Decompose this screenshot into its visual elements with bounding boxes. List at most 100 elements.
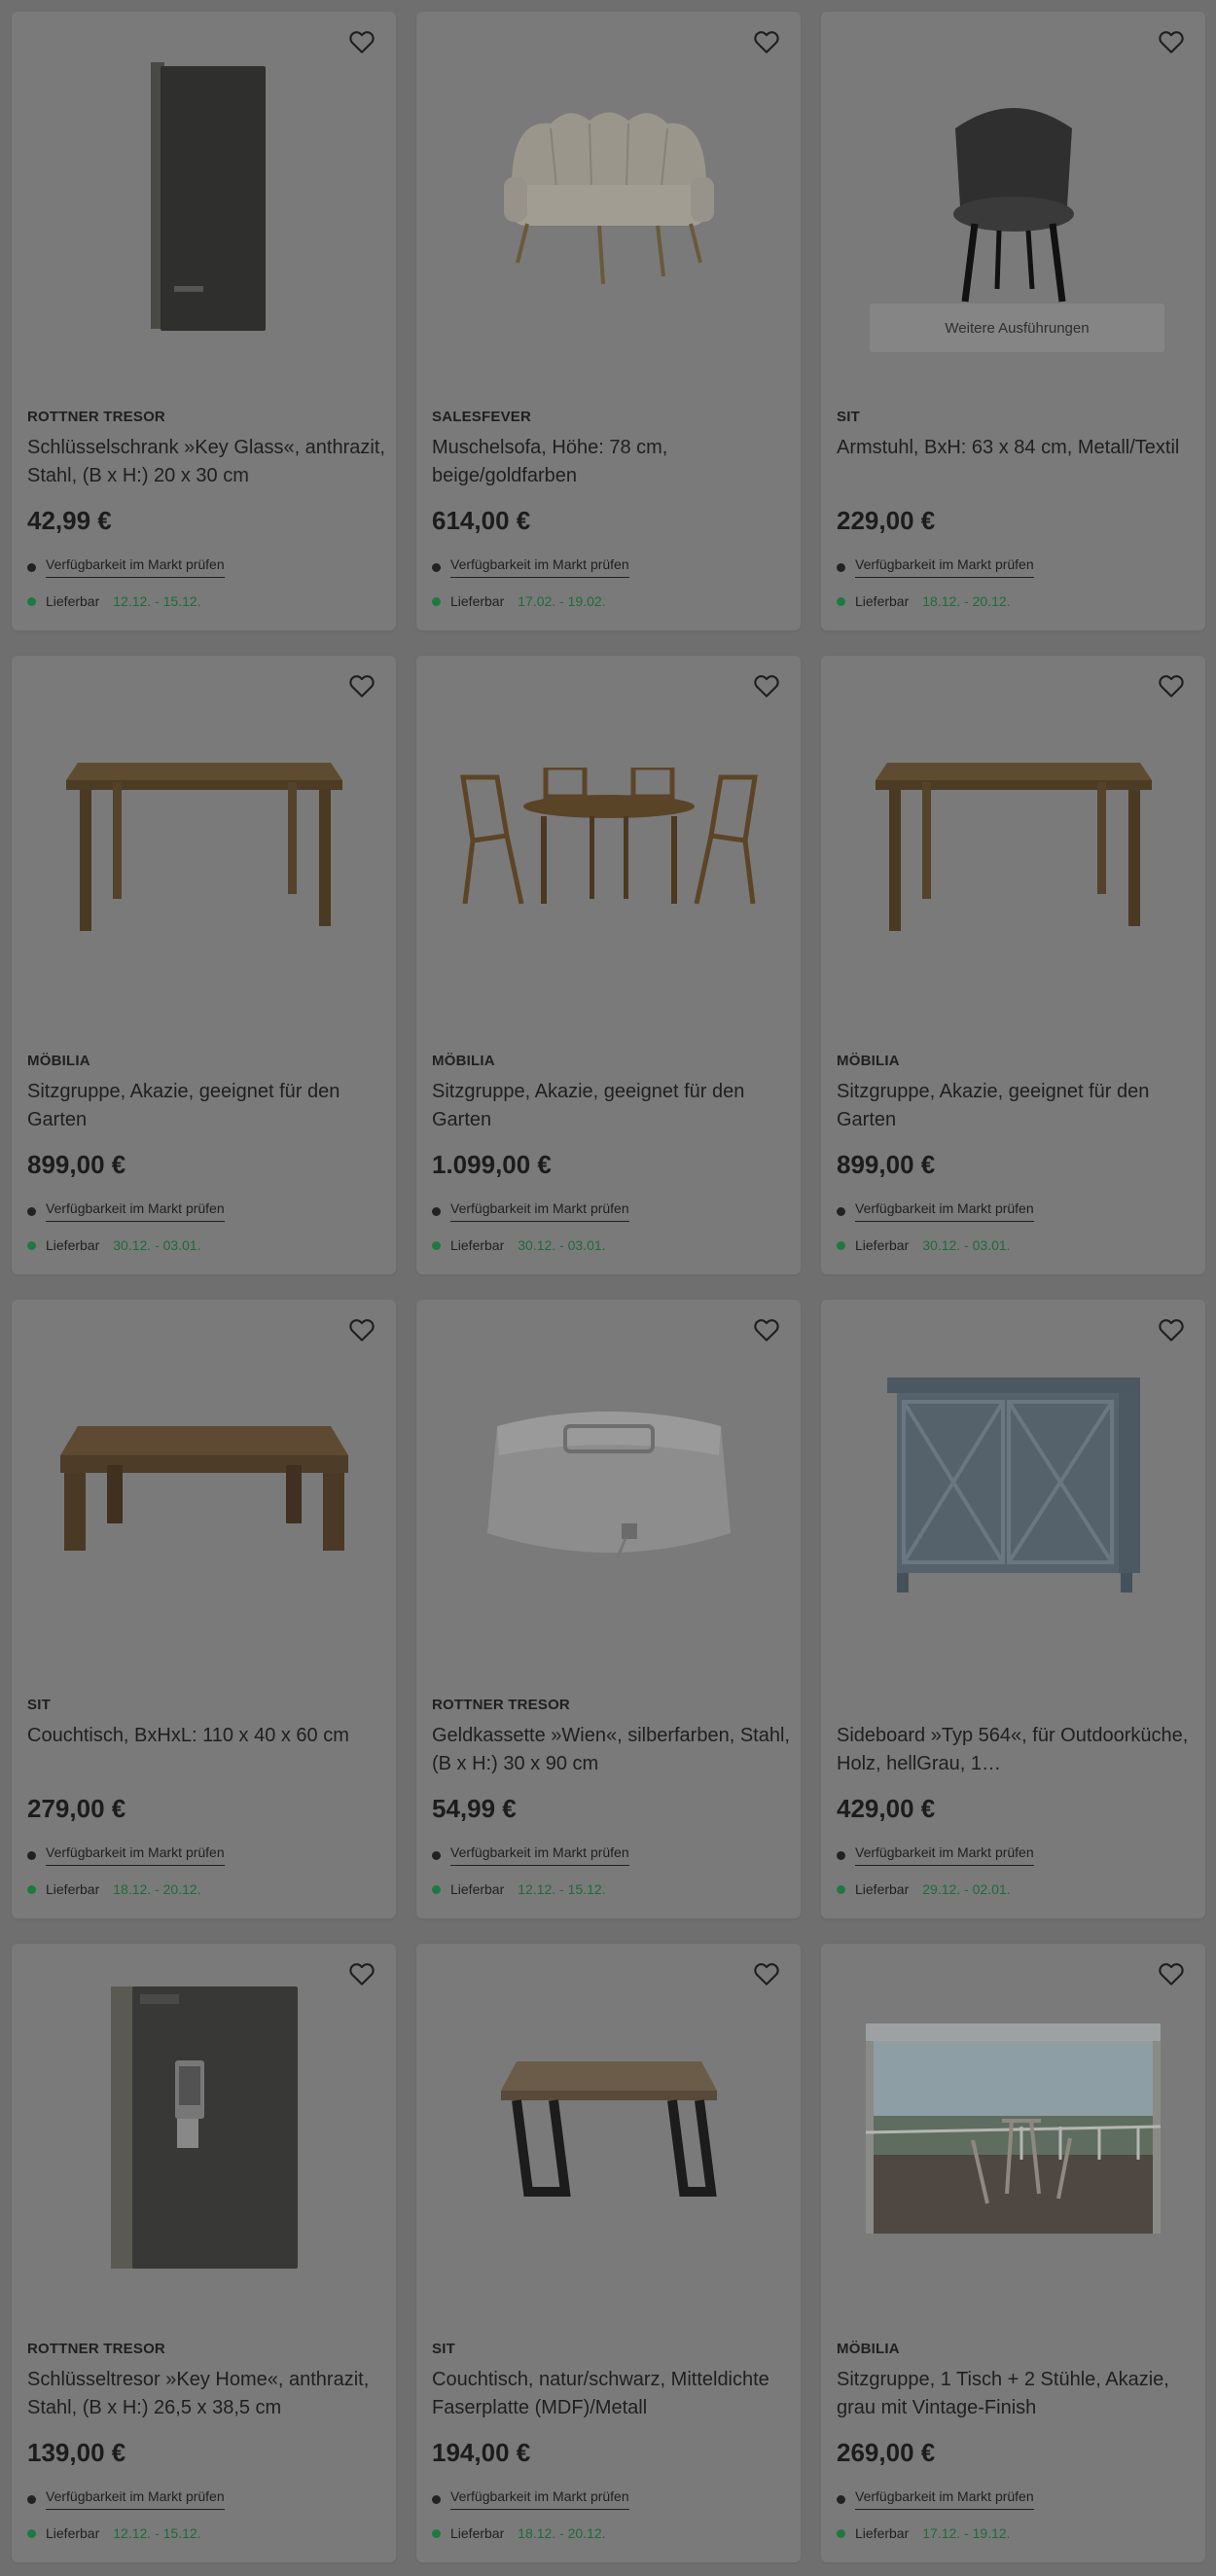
availability-dot (27, 2494, 36, 2504)
delivery-row: Lieferbar 29.12. - 02.01. (837, 1881, 1011, 1897)
product-image[interactable] (12, 51, 396, 342)
product-card[interactable]: Weitere Ausführungen SIT Armstuhl, BxH: … (821, 12, 1205, 630)
delivery-dates: 30.12. - 03.01. (922, 1237, 1011, 1253)
check-availability-link[interactable]: Verfügbarkeit im Markt prüfen (450, 2488, 629, 2510)
availability-dot (432, 1850, 441, 1860)
delivery-dates: 18.12. - 20.12. (922, 593, 1011, 609)
delivery-status-dot (432, 596, 441, 606)
product-price: 429,00 € (837, 1794, 936, 1823)
product-card[interactable]: SIT Couchtisch, BxHxL: 110 x 40 x 60 cm … (12, 1300, 396, 1918)
product-card[interactable]: MÖBILIA Sitzgruppe, Akazie, geeignet für… (12, 656, 396, 1274)
product-grid: ROTTNER TRESOR Schlüsselschrank »Key Gla… (0, 0, 1216, 2562)
delivery-status-dot (432, 2528, 441, 2538)
availability-row: Verfügbarkeit im Markt prüfen (837, 2488, 1034, 2510)
delivery-label: Lieferbar (46, 2525, 100, 2541)
availability-row: Verfügbarkeit im Markt prüfen (837, 1200, 1034, 1222)
product-card[interactable]: Sideboard »Typ 564«, für Outdoorküche, H… (821, 1300, 1205, 1918)
product-brand: SALESFEVER (432, 409, 532, 425)
product-image[interactable] (416, 51, 801, 342)
product-card[interactable]: ROTTNER TRESOR Geldkassette »Wien«, silb… (416, 1300, 801, 1918)
product-brand: MÖBILIA (432, 1053, 495, 1069)
product-title[interactable]: Couchtisch, natur/schwarz, Mitteldichte … (432, 2366, 792, 2422)
delivery-row: Lieferbar 30.12. - 03.01. (27, 1237, 201, 1253)
check-availability-link[interactable]: Verfügbarkeit im Markt prüfen (855, 556, 1034, 578)
delivery-dates: 12.12. - 15.12. (113, 2525, 201, 2541)
delivery-status-dot (27, 1240, 36, 1250)
product-title[interactable]: Schlüsseltresor »Key Home«, anthrazit, S… (27, 2366, 387, 2422)
check-availability-link[interactable]: Verfügbarkeit im Markt prüfen (855, 1844, 1034, 1866)
delivery-dates: 29.12. - 02.01. (922, 1881, 1011, 1897)
check-availability-link[interactable]: Verfügbarkeit im Markt prüfen (855, 1200, 1034, 1222)
product-image[interactable] (821, 1339, 1205, 1630)
product-card[interactable]: SALESFEVER Muschelsofa, Höhe: 78 cm, bei… (416, 12, 801, 630)
product-image[interactable] (821, 695, 1205, 986)
delivery-row: Lieferbar 12.12. - 15.12. (432, 1881, 606, 1897)
delivery-label: Lieferbar (855, 1881, 910, 1897)
delivery-row: Lieferbar 17.12. - 19.12. (837, 2525, 1011, 2541)
product-title[interactable]: Geldkassette »Wien«, silberfarben, Stahl… (432, 1722, 792, 1778)
delivery-dates: 30.12. - 03.01. (518, 1237, 606, 1253)
product-title[interactable]: Couchtisch, BxHxL: 110 x 40 x 60 cm (27, 1722, 387, 1750)
product-price: 54,99 € (432, 1794, 517, 1823)
product-title[interactable]: Schlüsselschrank »Key Glass«, anthrazit,… (27, 434, 387, 490)
product-image[interactable] (12, 1983, 396, 2274)
product-title[interactable]: Sitzgruppe, 1 Tisch + 2 Stühle, Akazie, … (837, 2366, 1197, 2422)
product-image[interactable] (821, 1983, 1205, 2274)
product-title[interactable]: Sitzgruppe, Akazie, geeignet für den Gar… (27, 1078, 387, 1134)
product-card[interactable]: MÖBILIA Sitzgruppe, Akazie, geeignet für… (416, 656, 801, 1274)
check-availability-link[interactable]: Verfügbarkeit im Markt prüfen (450, 1200, 629, 1222)
delivery-status-dot (837, 1240, 845, 1250)
delivery-dates: 18.12. - 20.12. (113, 1881, 201, 1897)
product-title[interactable]: Armstuhl, BxH: 63 x 84 cm, Metall/Textil (837, 434, 1197, 462)
product-title[interactable]: Sitzgruppe, Akazie, geeignet für den Gar… (837, 1078, 1197, 1134)
availability-row: Verfügbarkeit im Markt prüfen (27, 1844, 225, 1866)
availability-dot (27, 1206, 36, 1216)
product-image[interactable] (416, 1983, 801, 2274)
product-card[interactable]: SIT Couchtisch, natur/schwarz, Mitteldic… (416, 1944, 801, 2562)
availability-row: Verfügbarkeit im Markt prüfen (837, 556, 1034, 578)
availability-dot (837, 1206, 845, 1216)
delivery-status-dot (27, 596, 36, 606)
check-availability-link[interactable]: Verfügbarkeit im Markt prüfen (46, 556, 225, 578)
check-availability-link[interactable]: Verfügbarkeit im Markt prüfen (450, 1844, 629, 1866)
product-image[interactable] (12, 695, 396, 986)
product-title[interactable]: Sideboard »Typ 564«, für Outdoorküche, H… (837, 1722, 1197, 1778)
availability-row: Verfügbarkeit im Markt prüfen (27, 1200, 225, 1222)
check-availability-link[interactable]: Verfügbarkeit im Markt prüfen (855, 2488, 1034, 2510)
check-availability-link[interactable]: Verfügbarkeit im Markt prüfen (46, 2488, 225, 2510)
product-image[interactable] (416, 1339, 801, 1630)
product-card[interactable]: MÖBILIA Sitzgruppe, 1 Tisch + 2 Stühle, … (821, 1944, 1205, 2562)
availability-row: Verfügbarkeit im Markt prüfen (432, 1844, 629, 1866)
product-card[interactable]: MÖBILIA Sitzgruppe, Akazie, geeignet für… (821, 656, 1205, 1274)
delivery-row: Lieferbar 17.02. - 19.02. (432, 593, 606, 609)
product-image[interactable] (416, 695, 801, 986)
delivery-row: Lieferbar 30.12. - 03.01. (837, 1237, 1011, 1253)
product-image[interactable] (12, 1339, 396, 1630)
availability-dot (27, 1850, 36, 1860)
product-image[interactable] (821, 51, 1205, 342)
availability-dot (432, 2494, 441, 2504)
availability-dot (27, 562, 36, 572)
check-availability-link[interactable]: Verfügbarkeit im Markt prüfen (46, 1844, 225, 1866)
product-title[interactable]: Sitzgruppe, Akazie, geeignet für den Gar… (432, 1078, 792, 1134)
product-price: 1.099,00 € (432, 1150, 552, 1179)
delivery-label: Lieferbar (46, 1881, 100, 1897)
product-title[interactable]: Muschelsofa, Höhe: 78 cm, beige/goldfarb… (432, 434, 792, 490)
delivery-label: Lieferbar (450, 2525, 505, 2541)
delivery-label: Lieferbar (855, 2525, 910, 2541)
availability-dot (432, 562, 441, 572)
delivery-label: Lieferbar (450, 1881, 505, 1897)
more-variants-button[interactable]: Weitere Ausführungen (870, 304, 1164, 352)
availability-row: Verfügbarkeit im Markt prüfen (27, 2488, 225, 2510)
availability-dot (837, 562, 845, 572)
product-price: 279,00 € (27, 1794, 126, 1823)
product-brand: ROTTNER TRESOR (432, 1697, 570, 1713)
product-card[interactable]: ROTTNER TRESOR Schlüsselschrank »Key Gla… (12, 12, 396, 630)
check-availability-link[interactable]: Verfügbarkeit im Markt prüfen (450, 556, 629, 578)
check-availability-link[interactable]: Verfügbarkeit im Markt prüfen (46, 1200, 225, 1222)
product-price: 269,00 € (837, 2438, 936, 2467)
delivery-status-dot (27, 1884, 36, 1894)
delivery-label: Lieferbar (450, 593, 505, 609)
product-brand: SIT (27, 1697, 51, 1713)
product-card[interactable]: ROTTNER TRESOR Schlüsseltresor »Key Home… (12, 1944, 396, 2562)
